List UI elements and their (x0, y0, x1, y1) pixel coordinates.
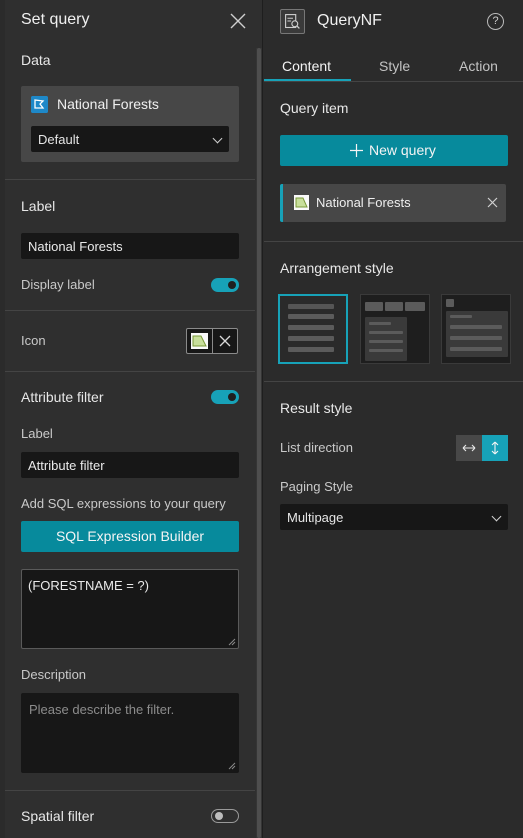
icon-picker[interactable] (186, 328, 238, 354)
remove-icon[interactable] (487, 197, 498, 208)
display-label-text: Display label (21, 277, 95, 292)
close-icon[interactable] (229, 12, 247, 30)
layout-bar (288, 314, 334, 319)
layout-bar (405, 302, 425, 311)
datasource-card: National Forests Default (21, 86, 239, 162)
feature-layer-icon (31, 96, 48, 113)
help-icon[interactable]: ? (487, 13, 504, 30)
scrollbar-thumb[interactable] (257, 48, 261, 838)
arrangement-style-title: Arrangement style (280, 260, 394, 276)
divider (5, 371, 255, 372)
attribute-filter-title: Attribute filter (21, 389, 104, 405)
layout-bar (369, 322, 391, 325)
view-select[interactable]: Default (31, 126, 229, 152)
sql-expression-text: (FORESTNAME = ?) (28, 578, 149, 593)
query-item-row[interactable]: National Forests (280, 184, 506, 222)
horizontal-direction-button[interactable] (456, 435, 482, 461)
layout-bar (446, 299, 454, 307)
set-query-title: Set query (21, 11, 90, 28)
paging-style-select[interactable]: Multipage (280, 504, 508, 530)
polygon-icon (294, 195, 309, 210)
query-widget-icon (280, 9, 305, 34)
result-style-title: Result style (280, 400, 353, 416)
layout-bar (288, 304, 334, 309)
divider (264, 381, 523, 382)
description-textarea[interactable]: Please describe the filter. (21, 693, 239, 773)
display-label-toggle[interactable] (211, 278, 239, 292)
chevron-down-icon (491, 511, 502, 522)
arrow-vertical-icon (491, 441, 499, 455)
data-section-title: Data (21, 52, 51, 68)
widget-name: QueryNF (317, 12, 382, 29)
spatial-filter-toggle[interactable] (211, 809, 239, 823)
list-direction-label: List direction (280, 440, 353, 455)
list-direction-toggle (456, 435, 508, 461)
tab-style[interactable]: Style (379, 58, 410, 74)
layout-bar (450, 347, 502, 351)
divider (5, 179, 255, 180)
set-query-header: Set query (5, 0, 262, 42)
icon-section-title: Icon (21, 333, 46, 348)
spatial-filter-title: Spatial filter (21, 808, 95, 824)
arrow-horizontal-icon (462, 444, 476, 452)
clear-icon[interactable] (219, 335, 231, 347)
resize-grip-icon[interactable] (228, 638, 236, 646)
divider (264, 241, 523, 242)
layout-bar (369, 349, 403, 352)
datasource-name: National Forests (57, 96, 159, 112)
set-query-panel: Set query Data National Forests Default … (5, 0, 263, 838)
filter-label-value: Attribute filter (28, 458, 105, 473)
sql-expression-builder-button[interactable]: SQL Expression Builder (21, 521, 239, 552)
active-tab-indicator (264, 79, 351, 81)
layout-bar (450, 315, 472, 318)
filter-label-title: Label (21, 426, 53, 441)
new-query-label: New query (369, 142, 436, 158)
tab-action[interactable]: Action (459, 58, 498, 74)
description-placeholder: Please describe the filter. (29, 702, 175, 717)
settings-tabs: Content Style Action (264, 52, 523, 82)
layout-bar (450, 336, 502, 340)
tab-content[interactable]: Content (282, 58, 331, 74)
arrangement-style-list[interactable] (278, 294, 348, 364)
scrollbar[interactable] (256, 48, 262, 838)
layout-bar (450, 325, 502, 329)
chevron-down-icon (212, 133, 223, 144)
layout-bar (288, 347, 334, 352)
layout-bar (369, 340, 403, 343)
layout-bar (288, 336, 334, 341)
icon-picker-divider (212, 329, 213, 353)
widget-settings-panel: QueryNF ? Content Style Action Query ite… (264, 0, 523, 838)
layout-bar (288, 325, 334, 330)
paging-style-label: Paging Style (280, 479, 353, 494)
label-section-title: Label (21, 198, 56, 214)
sql-expression-textarea[interactable]: (FORESTNAME = ?) (21, 569, 239, 649)
arrangement-style-popup[interactable] (441, 294, 511, 364)
vertical-direction-button[interactable] (482, 435, 508, 461)
toggle-knob (228, 393, 236, 401)
filter-label-input[interactable]: Attribute filter (21, 452, 239, 478)
toggle-knob (215, 812, 223, 820)
new-query-button[interactable]: New query (280, 135, 508, 166)
divider (5, 790, 255, 791)
paging-style-value: Multipage (287, 510, 344, 525)
layout-bar (385, 302, 403, 311)
query-item-title: Query item (280, 100, 349, 116)
attribute-filter-toggle[interactable] (211, 390, 239, 404)
resize-grip-icon[interactable] (228, 762, 236, 770)
polygon-icon (191, 333, 208, 349)
query-item-name: National Forests (316, 195, 411, 210)
arrangement-style-bar[interactable] (360, 294, 430, 364)
layout-bar (365, 302, 383, 311)
widget-header: QueryNF ? (264, 0, 523, 44)
view-select-value: Default (38, 132, 80, 147)
sql-hint: Add SQL expressions to your query (21, 496, 226, 511)
divider (5, 310, 255, 311)
label-input[interactable]: National Forests (21, 233, 239, 259)
description-title: Description (21, 667, 87, 682)
label-input-value: National Forests (28, 239, 123, 254)
plus-icon (350, 144, 363, 157)
toggle-knob (228, 281, 236, 289)
layout-bar (369, 331, 403, 334)
